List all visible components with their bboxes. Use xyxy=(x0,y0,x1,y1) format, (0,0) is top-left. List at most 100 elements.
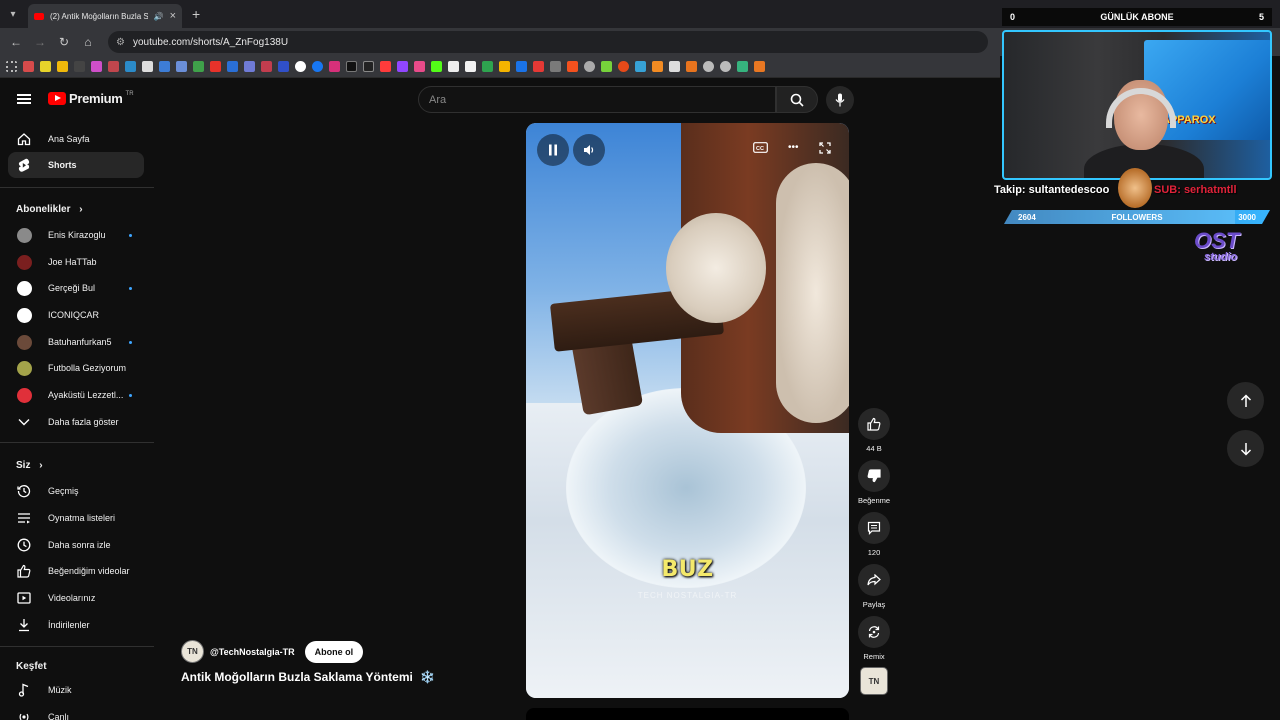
sidebar-item-subscription[interactable]: Joe HaTTab xyxy=(8,249,144,275)
sidebar-item-liked-videos[interactable]: Beğendiğim videolar xyxy=(8,558,144,584)
sidebar-item-playlists[interactable]: Oynatma listeleri xyxy=(8,505,144,531)
sidebar-item-home[interactable]: Ana Sayfa xyxy=(8,126,144,152)
sidebar-item-watch-later[interactable]: Daha sonra izle xyxy=(8,532,144,558)
voice-search-button[interactable] xyxy=(826,86,854,114)
apps-grid-icon[interactable] xyxy=(6,61,17,72)
site-info-icon[interactable]: ⚙ xyxy=(116,37,125,48)
bookmark-icon[interactable] xyxy=(329,61,340,72)
bookmark-icon[interactable] xyxy=(261,61,272,72)
bookmark-icon[interactable] xyxy=(278,61,289,72)
more-options-icon[interactable]: ••• xyxy=(788,142,799,153)
bookmark-icon[interactable] xyxy=(737,61,748,72)
bookmark-icon[interactable] xyxy=(703,61,714,72)
sidebar-item-live[interactable]: Canlı xyxy=(8,704,144,720)
forward-button[interactable]: → xyxy=(28,35,52,49)
bookmark-icon[interactable] xyxy=(584,61,595,72)
bookmark-icon[interactable] xyxy=(295,61,306,72)
sidebar-item-subscription[interactable]: Gerçeği Bul xyxy=(8,275,144,301)
bookmark-icon[interactable] xyxy=(533,61,544,72)
bookmark-icon[interactable] xyxy=(669,61,680,72)
bookmark-icon[interactable] xyxy=(159,61,170,72)
sidebar-item-subscription[interactable]: Enis Kirazoglu xyxy=(8,222,144,248)
bookmark-icon[interactable] xyxy=(482,61,493,72)
search-button[interactable] xyxy=(776,86,818,113)
bookmark-icon[interactable] xyxy=(397,61,408,72)
bookmark-icon[interactable] xyxy=(74,61,85,72)
show-more-button[interactable]: Daha fazla göster xyxy=(8,409,144,435)
fullscreen-button[interactable] xyxy=(819,142,831,157)
bookmark-icon[interactable] xyxy=(516,61,527,72)
back-button[interactable]: ← xyxy=(4,35,28,49)
bookmark-icon[interactable] xyxy=(652,61,663,72)
youtube-premium-logo[interactable]: Premium TR xyxy=(48,91,134,106)
bookmark-icon[interactable] xyxy=(244,61,255,72)
remix-button[interactable]: Remix xyxy=(856,616,892,661)
sidebar-item-subscription[interactable]: Futbolla Geziyorum xyxy=(8,355,144,381)
bookmark-icon[interactable] xyxy=(567,61,578,72)
sidebar-item-music[interactable]: Müzik xyxy=(8,677,144,703)
bookmark-icon[interactable] xyxy=(465,61,476,72)
dislike-icon xyxy=(867,469,881,483)
bookmark-icon[interactable] xyxy=(312,61,323,72)
bookmark-icon[interactable] xyxy=(431,61,442,72)
tab-close-icon[interactable]: × xyxy=(170,10,176,22)
bookmark-icon[interactable] xyxy=(108,61,119,72)
bookmark-icon[interactable] xyxy=(754,61,765,72)
bookmark-icon[interactable] xyxy=(363,61,374,72)
next-short-preview[interactable] xyxy=(526,708,849,720)
bookmark-icon[interactable] xyxy=(601,61,612,72)
pause-button[interactable] xyxy=(537,134,569,166)
bookmark-icon[interactable] xyxy=(227,61,238,72)
short-video-player[interactable]: CC ••• BUZ TECH NOSTALGIA-TR xyxy=(526,123,849,698)
bookmark-icon[interactable] xyxy=(210,61,221,72)
bookmark-icon[interactable] xyxy=(380,61,391,72)
bookmark-icon[interactable] xyxy=(448,61,459,72)
bookmark-icon[interactable] xyxy=(176,61,187,72)
bookmark-icon[interactable] xyxy=(499,61,510,72)
volume-button[interactable] xyxy=(573,134,605,166)
bookmark-icon[interactable] xyxy=(125,61,136,72)
bookmark-icon[interactable] xyxy=(193,61,204,72)
tab-audio-icon[interactable]: 🔊 xyxy=(154,12,164,21)
menu-icon[interactable] xyxy=(17,94,31,104)
home-button[interactable]: ⌂ xyxy=(76,35,100,49)
sidebar-item-subscription[interactable]: Batuhanfurkan5 xyxy=(8,329,144,355)
bookmark-icon[interactable] xyxy=(720,61,731,72)
bookmark-icon[interactable] xyxy=(346,61,357,72)
share-button[interactable]: Paylaş xyxy=(856,564,892,609)
new-tab-button[interactable]: + xyxy=(192,6,200,22)
subscriptions-heading[interactable]: Abonelikler › xyxy=(16,204,83,215)
sound-source-avatar[interactable]: TN xyxy=(860,667,888,695)
bookmark-icon[interactable] xyxy=(550,61,561,72)
reload-button[interactable]: ↻ xyxy=(52,35,76,49)
sidebar-item-shorts[interactable]: Shorts xyxy=(8,152,144,178)
bookmark-icon[interactable] xyxy=(91,61,102,72)
bookmark-icon[interactable] xyxy=(23,61,34,72)
bookmark-icon[interactable] xyxy=(142,61,153,72)
sidebar-item-history[interactable]: Geçmiş xyxy=(8,478,144,504)
comments-button[interactable]: 120 xyxy=(856,512,892,557)
like-button[interactable]: 44 B xyxy=(856,408,892,453)
bookmark-icon[interactable] xyxy=(57,61,68,72)
address-bar[interactable]: ⚙ youtube.com/shorts/A_ZnFog138U xyxy=(108,31,988,53)
search-input[interactable]: Ara xyxy=(418,86,776,113)
bookmark-icon[interactable] xyxy=(686,61,697,72)
tab-search-button[interactable]: ▾ xyxy=(0,0,26,28)
sidebar-item-subscription[interactable]: Ayaküstü Lezzetl... xyxy=(8,382,144,408)
you-heading[interactable]: Siz › xyxy=(16,460,43,471)
browser-tab[interactable]: (2) Antik Moğolların Buzla Sak 🔊 × xyxy=(28,4,182,28)
channel-avatar[interactable]: TN xyxy=(181,640,204,663)
bookmark-icon[interactable] xyxy=(414,61,425,72)
sidebar-item-downloads[interactable]: İndirilenler xyxy=(8,612,144,638)
bookmark-icon[interactable] xyxy=(618,61,629,72)
captions-button[interactable]: CC xyxy=(753,142,768,156)
sidebar-item-your-videos[interactable]: Videolarınız xyxy=(8,585,144,611)
bookmark-icon[interactable] xyxy=(40,61,51,72)
dislike-button[interactable]: Beğenme xyxy=(856,460,892,505)
next-short-button[interactable] xyxy=(1227,430,1264,467)
sidebar-item-subscription[interactable]: ICONIQCAR xyxy=(8,302,144,328)
subscribe-button[interactable]: Abone ol xyxy=(304,640,364,663)
previous-short-button[interactable] xyxy=(1227,382,1264,419)
channel-name[interactable]: @TechNostalgia-TR xyxy=(210,647,295,657)
bookmark-icon[interactable] xyxy=(635,61,646,72)
